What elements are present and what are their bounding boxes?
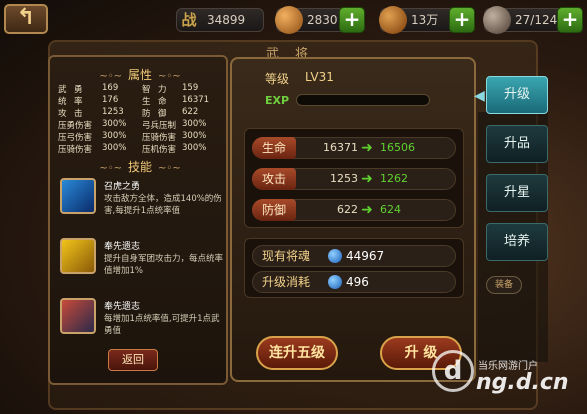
- stat-new-value: 624: [380, 203, 401, 216]
- resource-combat-power: 战 34899: [176, 8, 264, 32]
- stat-old-value: 622: [337, 203, 358, 216]
- attr-value: 16371: [182, 95, 210, 105]
- skill-description: 每增加1点统率值,可提升1点武勇值: [104, 314, 220, 336]
- attr-row-1: 武 勇 169 智 力 159: [58, 83, 226, 95]
- stat-label: 防御: [252, 199, 296, 221]
- coin-value: 13万: [411, 13, 439, 27]
- soul-icon: [328, 275, 342, 289]
- attr-label: 命: [158, 97, 167, 107]
- stamina-icon: [483, 6, 511, 34]
- tab-star-up[interactable]: 升星: [486, 174, 548, 212]
- skill-charge-icon[interactable]: [60, 238, 96, 274]
- skill-name: 奉先遗志: [104, 242, 141, 252]
- back-button[interactable]: ↰: [4, 4, 48, 34]
- exp-progress-bar: [296, 94, 430, 106]
- stat-label: 生命: [252, 137, 296, 159]
- back-arrow-icon: ↰: [16, 5, 36, 30]
- attr-value: 300%: [182, 131, 207, 141]
- skill-name: 召虎之勇: [104, 182, 141, 192]
- skill-name: 奉先遗志: [104, 302, 141, 312]
- attr-row-3: 攻 击 1253 防 御 622: [58, 107, 226, 119]
- attr-value: 300%: [102, 119, 127, 129]
- upgrade-five-levels-button[interactable]: 连升五级: [256, 336, 338, 370]
- increase-arrow-icon: ➜: [361, 202, 373, 218]
- soul-icon: [328, 249, 342, 263]
- combat-power-icon: 战: [181, 11, 197, 29]
- attr-row-6: 压骑伤害 300% 压机伤害 300%: [58, 143, 226, 155]
- add-stamina-button[interactable]: +: [557, 7, 583, 33]
- watermark-url: ng.d.cn: [476, 370, 569, 395]
- level-label: 等级: [265, 72, 290, 86]
- skills-heading: 技能: [60, 158, 220, 174]
- attr-label: 统: [58, 97, 67, 107]
- attr-label: 压骑伤害: [142, 133, 177, 143]
- attr-value: 1253: [102, 107, 124, 117]
- skill-description: 攻击敌方全体，造成140%的伤害,每提升1点统率值: [104, 194, 222, 216]
- exp-label: EXP: [265, 94, 290, 107]
- attr-value: 300%: [182, 143, 207, 153]
- attr-label: 攻: [58, 109, 67, 119]
- skill-tiger-icon[interactable]: [60, 178, 96, 214]
- watermark-logo-icon: d: [432, 350, 474, 392]
- current-soul-label: 现有将魂: [262, 249, 311, 263]
- attr-label: 压勇伤害: [58, 121, 93, 131]
- attributes-heading: 属性: [60, 66, 220, 82]
- attr-value: 169: [102, 83, 119, 93]
- current-soul-value: 44967: [346, 249, 385, 263]
- add-coin-button[interactable]: +: [449, 7, 475, 33]
- attr-value: 159: [182, 83, 199, 93]
- attr-label: 弓兵压制: [142, 121, 177, 131]
- attr-value: 176: [102, 95, 119, 105]
- skill-warrior-icon[interactable]: [60, 298, 96, 334]
- upgrade-cost-value: 496: [346, 275, 369, 289]
- resource-stamina: 27/124 +: [483, 6, 583, 34]
- increase-arrow-icon: ➜: [361, 140, 373, 156]
- tab-promote[interactable]: 升品: [486, 125, 548, 163]
- active-tab-pointer-icon: ◀: [474, 88, 485, 104]
- gold-value: 2830: [307, 13, 338, 27]
- attr-value: 300%: [102, 143, 127, 153]
- resource-gold: 2830 +: [275, 6, 365, 34]
- attr-row-2: 统 率 176 生 命 16371: [58, 95, 226, 107]
- increase-arrow-icon: ➜: [361, 171, 373, 187]
- stat-old-value: 1253: [330, 172, 358, 185]
- combat-power-value: 34899: [207, 13, 246, 27]
- attr-label: 智: [142, 85, 151, 95]
- attr-label: 武: [58, 85, 67, 95]
- level-value: LV31: [305, 70, 334, 84]
- stat-label: 攻击: [252, 168, 296, 190]
- attr-label: 生: [142, 97, 151, 107]
- attr-row-4: 压勇伤害 300% 弓兵压制 300%: [58, 119, 226, 131]
- attr-label: 御: [158, 109, 167, 119]
- tab-upgrade[interactable]: 升级: [486, 76, 548, 114]
- attr-value: 300%: [182, 119, 207, 129]
- attr-value: 622: [182, 107, 199, 117]
- attr-label: 压弓伤害: [58, 133, 93, 143]
- attr-label: 力: [158, 85, 167, 95]
- add-gold-button[interactable]: +: [339, 7, 365, 33]
- attr-label: 压机伤害: [142, 145, 177, 155]
- coin-icon: [379, 6, 407, 34]
- stat-new-value: 1262: [380, 172, 408, 185]
- skill-description: 提升自身军团攻击力，每点统率值增加1%: [104, 254, 224, 276]
- return-button[interactable]: 返回: [108, 349, 158, 371]
- stat-new-value: 16506: [380, 141, 415, 154]
- attr-label: 防: [142, 109, 151, 119]
- gold-icon: [275, 6, 303, 34]
- attr-label: 压骑伤害: [58, 145, 93, 155]
- attr-label: 击: [74, 109, 83, 119]
- attr-row-5: 压弓伤害 300% 压骑伤害 300%: [58, 131, 226, 143]
- attr-value: 300%: [102, 131, 127, 141]
- equipment-tag[interactable]: 装备: [486, 276, 522, 294]
- upgrade-cost-label: 升级消耗: [262, 275, 311, 289]
- resource-silver: 13万 +: [379, 6, 475, 34]
- attr-label: 率: [74, 97, 83, 107]
- attr-label: 勇: [74, 85, 83, 95]
- stamina-value: 27/124: [515, 13, 558, 27]
- tab-train[interactable]: 培养: [486, 223, 548, 261]
- stat-old-value: 16371: [323, 141, 358, 154]
